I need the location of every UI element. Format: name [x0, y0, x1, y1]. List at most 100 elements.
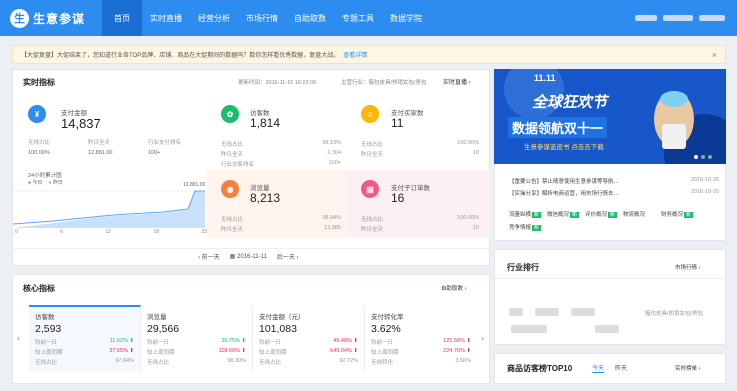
core-metric-label: 支付转化率 [371, 314, 404, 321]
core-metric-row: 较前一日 11.62% ⬇ [35, 338, 134, 346]
nav-academy[interactable]: 数据学院 [382, 0, 430, 36]
top10-title: 商品访客榜TOP10 [507, 364, 573, 373]
core-metric-value: 2,593 [35, 323, 62, 335]
promo-banner[interactable]: 11.11 全球狂欢节 数据领航双十一 生意参谋蓝皮书 点击去下载 [494, 69, 726, 164]
cumulative-chart [13, 190, 205, 228]
live-link[interactable]: 实时直播 › [443, 77, 471, 86]
notice-link[interactable]: 查看详情 [343, 50, 367, 59]
banner-line3: 数据领航双十一 [508, 117, 608, 138]
nav-market[interactable]: 市场行情 [238, 0, 286, 36]
pay-amount-value: 14,837 [61, 116, 101, 131]
buyers-details: 无线占比 100.00% 昨日全天 10 [361, 140, 479, 158]
self-service-link[interactable]: 自助取数 › [441, 284, 466, 292]
legend-yesterday: ● 昨日 [48, 180, 63, 186]
core-metric-column[interactable]: 访客数 2,593 较前一日 11.62% ⬇ 较上周同期 37.65% ⬆ 无线占比 97.… [29, 305, 141, 371]
x-tick: 0 [15, 229, 18, 235]
tab-today[interactable]: 今天 [592, 363, 605, 373]
top-nav-bar: 生 生意参谋 首页 实时直播 经营分析 市场行情 自助取数 专题工具 数据学院 [0, 0, 737, 36]
tool-link[interactable]: 微信概况新 [547, 210, 585, 218]
chart-x-axis: 0 6 12 18 23 [15, 229, 207, 235]
detail-label: 昨日全天 [88, 140, 111, 146]
pageviews-value: 8,213 [250, 191, 281, 205]
detail-value: 100+ [148, 150, 161, 156]
core-metric-label: 支付金额（元） [259, 314, 305, 321]
blurred-user-item [635, 15, 657, 21]
tool-links: 流量纵横新 微信概况新 评价概况新 物流概况 财务概况新 竞争情报新 [509, 210, 719, 231]
tab-yesterday[interactable]: 昨天 [615, 363, 627, 372]
market-link[interactable]: 市场行情 › [675, 263, 700, 271]
core-metric-column[interactable]: 支付金额（元） 101,083 较前一日 49.48% ⬆ 较上周同期 649.04% ⬆… [253, 305, 365, 371]
chart-legend: ● 今日 ● 昨日 [28, 179, 63, 186]
banner-line4: 生意参谋蓝皮书 点击去下载 [524, 144, 604, 151]
core-metric-row: 较上周同期 649.04% ⬆ [259, 348, 358, 356]
realtime-title: 实时指标 [23, 78, 55, 87]
detail-label: 无线占比 [28, 140, 51, 146]
realtime-panel: 实时指标 更新时间：2016-11-15 16:23:06 主营行业：箱包皮具/… [12, 69, 491, 266]
core-metric-column[interactable]: 浏览量 29,566 较前一日 30.75% ⬇ 较上周同期 118.60% ⬆ 无线占比 9… [141, 305, 253, 371]
core-metric-list: 访客数 2,593 较前一日 11.62% ⬇ 较上周同期 37.65% ⬆ 无线占比 97.… [29, 305, 479, 371]
core-title: 核心指标 [23, 284, 55, 293]
pageviews-details: 无线占比 98.94% 昨日全天 13,985 [221, 215, 341, 233]
tool-link[interactable]: 财务概况新 [661, 210, 699, 218]
tool-link[interactable]: 物流概况 [623, 210, 661, 218]
footprint-icon: ✿ [221, 105, 239, 123]
orders-details: 无线占比 100.00% 昨日全天 10 [361, 215, 479, 233]
nav-realtime[interactable]: 实时直播 [142, 0, 190, 36]
core-metric-row: 较上周同期 224.70% ⬆ [371, 348, 471, 356]
core-metrics-panel: 核心指标 自助取数 › ‹ › 访客数 2,593 较前一日 11.62% ⬇ 较上周同… [12, 274, 490, 384]
core-metric-row: 较上周同期 37.65% ⬆ [35, 348, 134, 356]
news-item[interactable]: 【重要公告】禁止随意使用生意参谋等导航… 2016-10-28 [509, 177, 719, 185]
notice-bar: 【大促复盘】大促结束了，您知道行业各TOP品牌、店铺、商品在大促期间的数据吗？数… [12, 45, 726, 64]
nav-operations[interactable]: 经营分析 [190, 0, 238, 36]
core-metric-row: 无线占比 92.72% [259, 358, 358, 366]
x-tick: 18 [153, 229, 159, 235]
nav-self-service[interactable]: 自助取数 [286, 0, 334, 36]
core-metric-value: 29,566 [147, 323, 180, 335]
blurred-user-item [699, 15, 725, 21]
chevron-right-icon[interactable]: › [481, 333, 484, 343]
blurred-rank [571, 308, 595, 316]
core-metric-column[interactable]: 支付转化率 3.62% 较前一日 121.58% ⬆ 较上周同期 224.70% ⬆ 无线转… [365, 305, 477, 371]
core-metric-row: 较上周同期 118.60% ⬆ [147, 348, 246, 356]
chevron-left-icon[interactable]: ‹ [17, 333, 20, 343]
realtime-rank-link[interactable]: 实时榜单 › [675, 364, 700, 372]
next-day-button[interactable]: 后一天 › [277, 252, 299, 261]
visitors-value: 1,814 [250, 116, 281, 130]
top10-panel: 商品访客榜TOP10 今天 昨天 实时榜单 › [494, 353, 726, 384]
blurred-rank [595, 325, 619, 333]
tool-link[interactable]: 流量纵横新 [509, 210, 547, 218]
core-metric-row: 无线占比 98.30% [147, 358, 246, 366]
logo-text: 生意参谋 [33, 11, 86, 26]
nav-tools[interactable]: 专题工具 [334, 0, 382, 36]
prev-day-button[interactable]: ‹ 前一天 [198, 252, 220, 261]
core-metric-row: 无线占比 97.84% [35, 358, 134, 366]
calendar-icon[interactable]: ▦ 2016-11-11 [230, 253, 267, 260]
nav-home[interactable]: 首页 [102, 0, 142, 36]
update-time: 更新时间：2016-11-15 16:23:06 [238, 80, 317, 86]
tool-link[interactable]: 评价概况新 [585, 210, 623, 218]
orders-value: 16 [391, 191, 405, 205]
x-tick: 6 [60, 229, 63, 235]
app-logo[interactable]: 生 生意参谋 [10, 8, 102, 28]
core-metric-label: 访客数 [35, 314, 55, 321]
pay-amount-details: 无线占比 昨日全天 行业支付排名 100.00% 12,881.00 100+ [28, 138, 208, 156]
core-metric-row: 无线转化 3.50% [371, 358, 471, 366]
yen-icon: ¥ [28, 105, 46, 123]
carousel-dots[interactable] [694, 155, 712, 159]
buyer-icon: ☺ [361, 105, 379, 123]
banner-line1: 11.11 [534, 73, 556, 83]
blurred-rank [509, 308, 523, 316]
tool-link[interactable]: 竞争情报新 [509, 223, 547, 231]
buyers-value: 11 [391, 116, 404, 130]
user-area[interactable] [635, 15, 725, 21]
notice-text: 【大促复盘】大促结束了，您知道行业各TOP品牌、店铺、商品在大促期间的数据吗？数… [21, 53, 340, 59]
core-metric-label: 浏览量 [147, 314, 167, 321]
news-item[interactable]: 【实操分享】解析电商运营，用市场行情去… 2016-10-20 [509, 189, 719, 197]
x-tick: 12 [105, 229, 111, 235]
core-metric-value: 101,083 [259, 323, 297, 335]
close-icon[interactable]: × [712, 50, 717, 60]
blurred-user-item [663, 15, 693, 21]
chart-title: 24小时累计图 [28, 173, 62, 179]
logo-icon: 生 [10, 8, 29, 28]
detail-value: 12,881.00 [88, 150, 113, 156]
